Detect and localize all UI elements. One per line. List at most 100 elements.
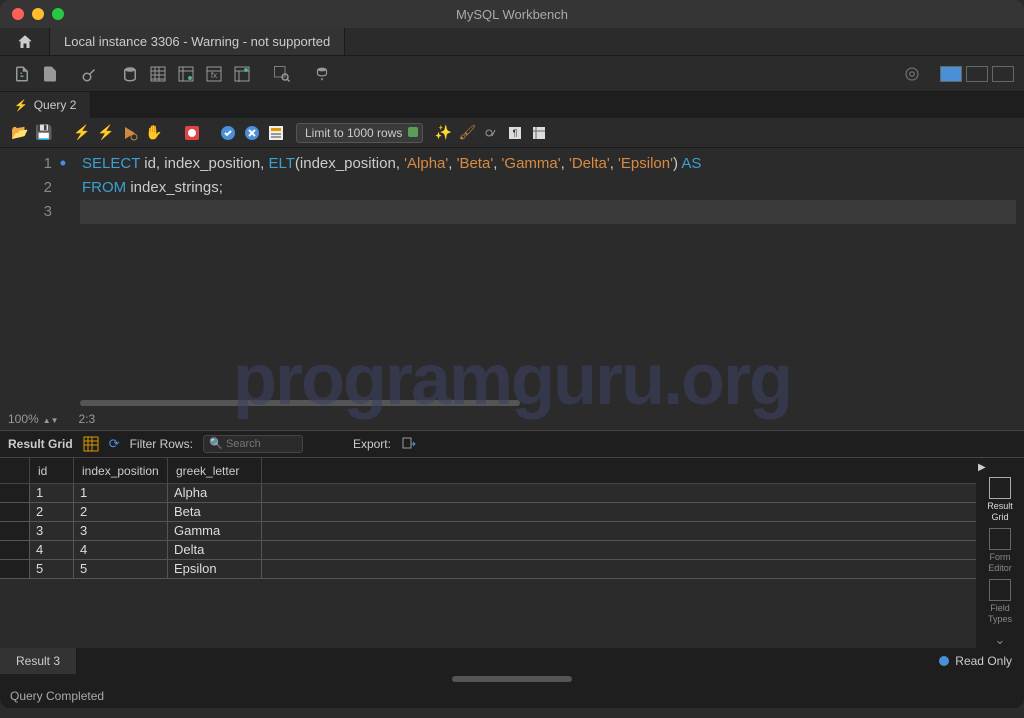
create-procedure-icon[interactable]: fx <box>203 63 225 85</box>
column-header[interactable]: greek_letter <box>168 458 262 483</box>
query-tab[interactable]: ⚡ Query 2 <box>0 92 91 118</box>
cell[interactable]: Beta <box>168 503 262 521</box>
execute-current-icon[interactable]: ⚡ <box>96 123 116 143</box>
cursor-position: 2:3 <box>79 412 96 426</box>
cell[interactable]: Delta <box>168 541 262 559</box>
table-row[interactable]: 11Alpha <box>0 484 976 503</box>
line-number: 2 <box>0 176 52 200</box>
chevron-down-icon[interactable]: ⌄ <box>995 632 1006 648</box>
left-panel-toggle[interactable] <box>940 66 962 82</box>
row-header-corner <box>0 458 30 483</box>
refresh-icon[interactable]: ⟳ <box>109 436 120 452</box>
find-icon[interactable]: 🖌 <box>457 123 477 143</box>
read-only-indicator: Read Only <box>927 648 1024 674</box>
table-row[interactable]: 55Epsilon <box>0 560 976 579</box>
stop-icon[interactable]: ✋ <box>144 123 164 143</box>
open-sql-file-icon[interactable] <box>39 63 61 85</box>
cell[interactable]: 2 <box>74 503 168 521</box>
export-label: Export: <box>353 437 391 451</box>
editor-horizontal-scrollbar[interactable] <box>0 398 1024 408</box>
row-handle[interactable] <box>0 541 30 559</box>
reconnect-icon[interactable] <box>311 63 333 85</box>
result-grid-icon[interactable] <box>83 436 99 452</box>
cell[interactable]: Epsilon <box>168 560 262 578</box>
limit-dropdown[interactable]: Limit to 1000 rows <box>296 123 423 143</box>
create-function-icon[interactable] <box>231 63 253 85</box>
cell[interactable]: 4 <box>30 541 74 559</box>
zoom-stepper[interactable]: ▲▼ <box>43 418 59 424</box>
line-number: 3 <box>0 200 52 224</box>
table-row[interactable]: 22Beta <box>0 503 976 522</box>
expand-arrow-icon[interactable]: ▶ <box>978 462 986 473</box>
save-file-icon[interactable]: 💾 <box>34 123 54 143</box>
home-tab[interactable] <box>0 28 50 55</box>
connection-tab-label: Local instance 3306 - Warning - not supp… <box>64 34 330 49</box>
column-header[interactable]: id <box>30 458 74 483</box>
row-handle[interactable] <box>0 560 30 578</box>
close-window-button[interactable] <box>12 8 24 20</box>
result-grid-view-button[interactable]: Result Grid <box>978 475 1022 524</box>
window-title: MySQL Workbench <box>456 7 568 22</box>
result-side-panel: ▶ Result Grid Form Editor Field Types ⌄ <box>976 458 1024 648</box>
connection-tab[interactable]: Local instance 3306 - Warning - not supp… <box>50 28 345 55</box>
cell[interactable]: 4 <box>74 541 168 559</box>
cell[interactable]: Alpha <box>168 484 262 502</box>
code-area[interactable]: SELECT id, index_position, ELT(index_pos… <box>60 148 1024 398</box>
table-row[interactable]: 44Delta <box>0 541 976 560</box>
window-controls <box>0 8 64 20</box>
field-types-view-button[interactable]: Field Types <box>978 577 1022 626</box>
cell[interactable]: 5 <box>30 560 74 578</box>
create-schema-icon[interactable] <box>119 63 141 85</box>
invisible-chars-icon[interactable] <box>481 123 501 143</box>
cell[interactable]: 3 <box>30 522 74 540</box>
cell-empty <box>262 522 976 540</box>
home-icon <box>16 33 34 51</box>
wrap-icon[interactable]: ¶ <box>505 123 525 143</box>
result-tab[interactable]: Result 3 <box>0 648 77 674</box>
line-number: 1 <box>0 152 52 176</box>
sql-editor[interactable]: 1 2 3 SELECT id, index_position, ELT(ind… <box>0 148 1024 398</box>
new-sql-tab-icon[interactable] <box>11 63 33 85</box>
search-icon: 🔍 <box>209 437 223 450</box>
readonly-dot-icon <box>939 656 949 666</box>
row-handle[interactable] <box>0 522 30 540</box>
inspector-icon[interactable] <box>79 63 101 85</box>
column-header[interactable]: index_position <box>74 458 168 483</box>
toggle-autocommit-icon[interactable] <box>182 123 202 143</box>
commit-icon[interactable] <box>218 123 238 143</box>
form-editor-view-button[interactable]: Form Editor <box>978 526 1022 575</box>
cell[interactable]: 1 <box>30 484 74 502</box>
cell[interactable]: 3 <box>74 522 168 540</box>
bottom-panel-toggle[interactable] <box>966 66 988 82</box>
search-table-icon[interactable] <box>271 63 293 85</box>
settings-gear-icon[interactable] <box>901 63 923 85</box>
row-handle[interactable] <box>0 503 30 521</box>
bottom-horizontal-scrollbar[interactable] <box>0 674 1024 684</box>
limit-dropdown-label: Limit to 1000 rows <box>305 126 402 140</box>
row-handle[interactable] <box>0 484 30 502</box>
export-icon[interactable] <box>401 436 417 452</box>
explain-icon[interactable] <box>120 123 140 143</box>
cell[interactable]: 2 <box>30 503 74 521</box>
cell[interactable]: 5 <box>74 560 168 578</box>
rollback-icon[interactable] <box>242 123 262 143</box>
create-view-icon[interactable] <box>175 63 197 85</box>
svg-text:¶: ¶ <box>513 128 518 138</box>
maximize-window-button[interactable] <box>52 8 64 20</box>
cell[interactable]: 1 <box>74 484 168 502</box>
execute-icon[interactable]: ⚡ <box>72 123 92 143</box>
minimize-window-button[interactable] <box>32 8 44 20</box>
editor-status-row: 100%▲▼ 2:3 <box>0 408 1024 430</box>
open-file-icon[interactable]: 📂 <box>10 123 30 143</box>
table-row[interactable]: 33Gamma <box>0 522 976 541</box>
beautify-icon[interactable]: ✨ <box>433 123 453 143</box>
snippets-icon[interactable] <box>529 123 549 143</box>
status-bar: Query Completed <box>0 684 1024 708</box>
titlebar: MySQL Workbench <box>0 0 1024 28</box>
result-grid[interactable]: id index_position greek_letter 11Alpha22… <box>0 458 976 648</box>
filter-label: Filter Rows: <box>130 437 193 451</box>
cell[interactable]: Gamma <box>168 522 262 540</box>
right-panel-toggle[interactable] <box>992 66 1014 82</box>
create-table-icon[interactable] <box>147 63 169 85</box>
toggle-limit-icon[interactable] <box>266 123 286 143</box>
